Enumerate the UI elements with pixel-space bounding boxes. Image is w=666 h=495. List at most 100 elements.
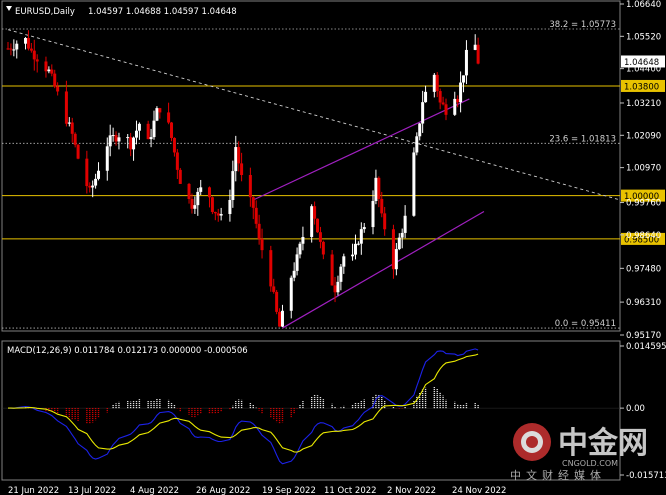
candle-body [152, 120, 156, 138]
candle-body [272, 286, 276, 292]
date-axis-label: 2 Nov 2022 [387, 486, 436, 495]
candle-body [9, 48, 13, 50]
candle-body [359, 229, 363, 244]
price-axis-label: 0.97480 [626, 264, 661, 274]
candle-body [412, 152, 416, 216]
candle-body [356, 243, 360, 245]
candle-body [330, 254, 334, 286]
candle-body [418, 123, 422, 137]
candle-body [137, 123, 141, 131]
candle-body [400, 232, 404, 238]
candle-body [175, 152, 179, 170]
price-panel-frame [1, 0, 621, 332]
candle-body [216, 213, 220, 216]
date-axis-label: 26 Aug 2022 [196, 486, 250, 495]
candle-body [298, 243, 302, 255]
macd-axis-label: 0.014595 [626, 342, 666, 352]
candle-body [301, 236, 305, 244]
candle-body [97, 170, 101, 179]
axis-layer: 1.06640 1.05520 1.04400 1.03210 1.02090 1.009… [8, 0, 666, 495]
candle-body [275, 291, 279, 312]
macd-line [7, 348, 479, 465]
candle-body [15, 43, 19, 50]
candle-body [158, 108, 162, 113]
candle-body [313, 206, 317, 219]
candle-body [432, 74, 436, 92]
candle-body [193, 205, 197, 209]
candle-body [403, 215, 407, 233]
candle-body [391, 229, 395, 270]
candle-body [91, 185, 95, 188]
candle-body [421, 102, 425, 124]
candle-body [351, 254, 355, 257]
candle-body [114, 135, 118, 142]
candle-body [295, 254, 299, 271]
candle-body [280, 310, 284, 327]
candle-body [336, 281, 340, 293]
macd-title: MACD(12,26,9) 0.011784 0.012173 0.000000… [7, 346, 248, 356]
candle-body [456, 98, 460, 103]
candle-body [289, 277, 293, 311]
date-axis-label: 24 Nov 2022 [452, 486, 506, 495]
price-axis-label: 0.99760 [626, 199, 661, 209]
candle-body [251, 197, 255, 208]
candle-body [155, 108, 159, 121]
candle-body [473, 44, 477, 50]
candle-body [269, 250, 273, 287]
candle-body [76, 144, 80, 159]
candle-body [234, 147, 238, 172]
candle-body [6, 48, 10, 50]
candle-body [444, 104, 448, 115]
price-axis-label: 1.00970 [626, 164, 661, 174]
candle-body [24, 37, 28, 44]
candle-body [64, 91, 68, 124]
price-axis-label: 0.95170 [626, 331, 661, 341]
candle-body [240, 163, 244, 175]
candle-body [47, 69, 51, 72]
candle-body [12, 49, 16, 51]
candle-body [108, 135, 112, 147]
candle-body [50, 69, 54, 74]
date-axis-label: 11 Oct 2022 [324, 486, 377, 495]
candle-body [53, 73, 57, 87]
candle-body [377, 177, 381, 199]
candle-body [134, 130, 138, 138]
candle-body [435, 74, 439, 92]
price-axis-label: 1.03210 [626, 99, 661, 109]
dropdown-triangle-icon[interactable] [6, 6, 12, 11]
fibonacci-level-label: 23.6 = 1.01813 [549, 134, 616, 144]
candle-body [29, 48, 33, 51]
candle-body [111, 135, 115, 137]
candle-body [342, 256, 346, 267]
candle-body [167, 112, 171, 123]
candles-layer [6, 30, 480, 328]
candle-body [237, 147, 241, 164]
candle-body [170, 122, 174, 138]
candle-body [321, 241, 325, 255]
date-axis-label: 19 Sep 2022 [262, 486, 316, 495]
candle-body [94, 178, 98, 186]
candle-body [371, 200, 375, 228]
candle-body [464, 49, 468, 76]
candle-body [339, 266, 343, 282]
candle-body [44, 61, 48, 72]
candle-body [199, 187, 203, 192]
price-level-label: 1.03800 [624, 82, 659, 92]
candle-body [146, 123, 150, 140]
candle-body [190, 198, 194, 209]
candle-body [353, 243, 357, 255]
price-axis-label: 0.96310 [626, 298, 661, 308]
watermark-domain: CNGOLD.COM [562, 459, 618, 468]
candle-body [310, 206, 314, 237]
price-axis-label: 1.04400 [626, 65, 661, 75]
candle-body [231, 171, 235, 200]
candle-body [187, 183, 191, 199]
candle-body [126, 137, 130, 139]
candle-body [213, 211, 217, 214]
candle-body [292, 270, 296, 278]
candle-body [383, 213, 387, 230]
macd-signal-line [8, 353, 479, 453]
price-axis-label: 1.05520 [626, 32, 661, 42]
candle-body [362, 227, 366, 230]
candle-body [35, 59, 39, 62]
